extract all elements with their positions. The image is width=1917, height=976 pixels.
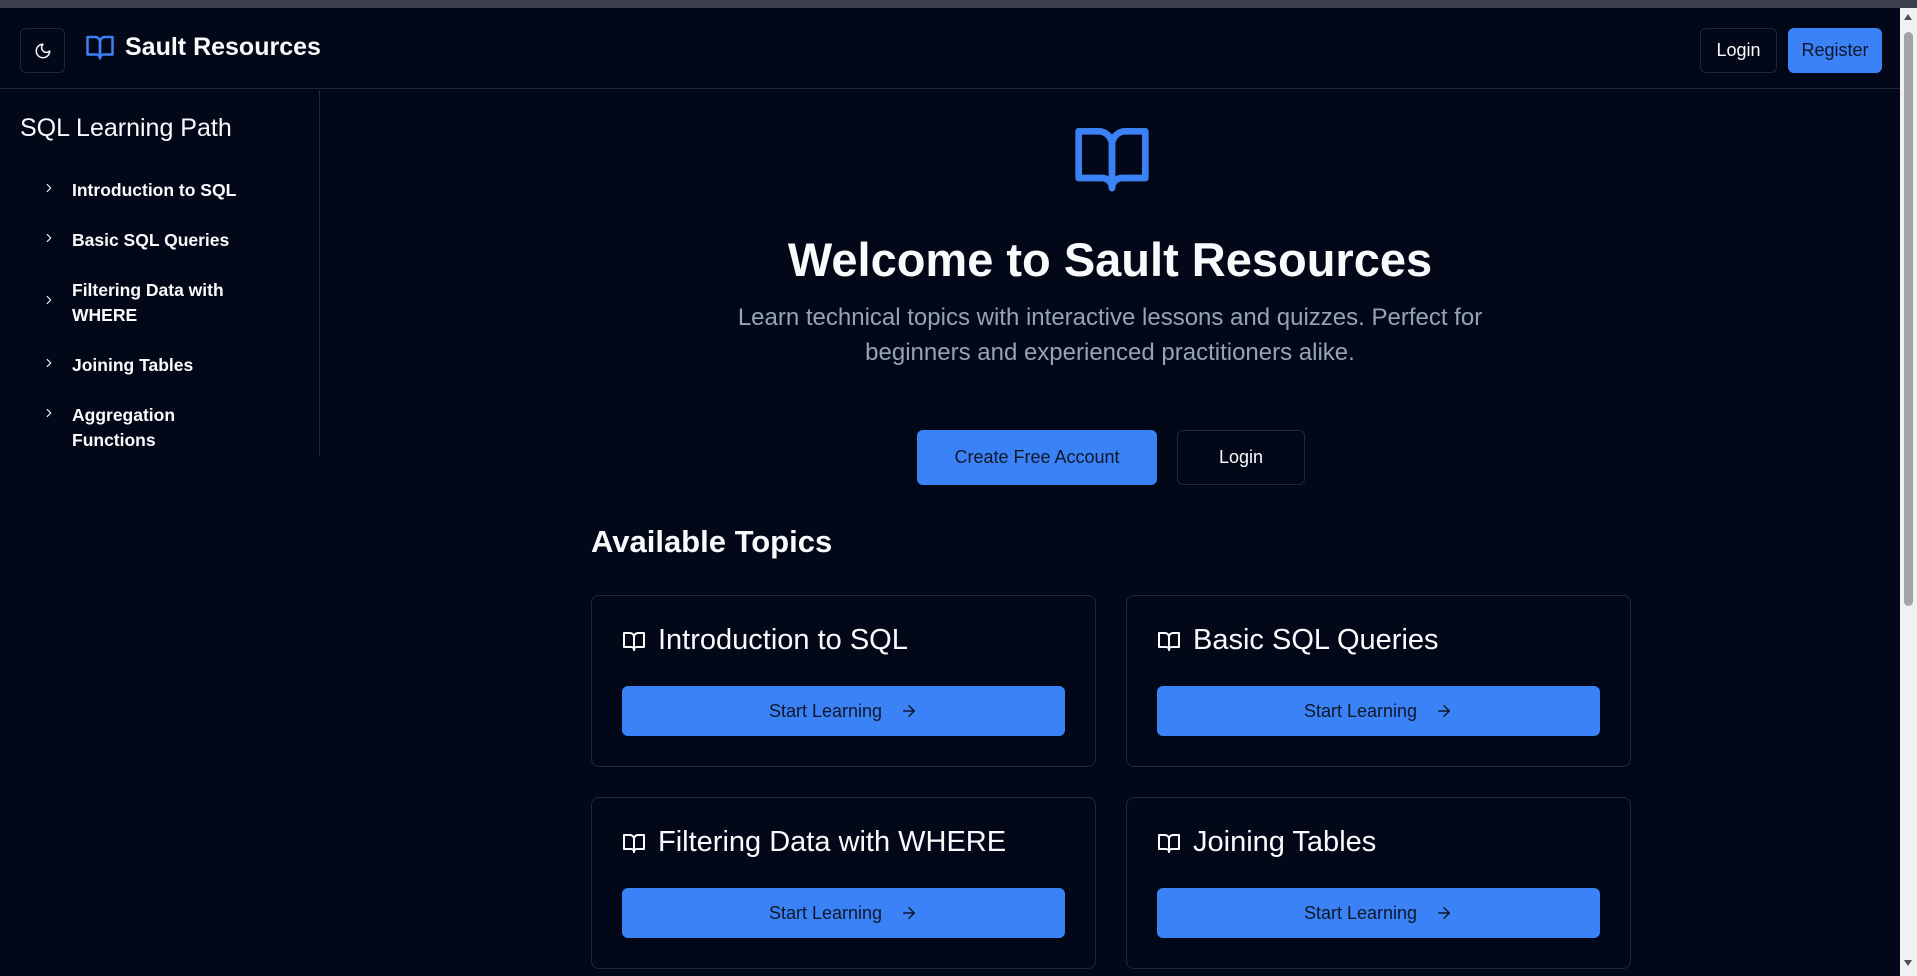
topics-section-title: Available Topics — [591, 524, 833, 559]
topic-card-title: Joining Tables — [1193, 826, 1377, 858]
topic-card-header: Filtering Data with WHERE — [622, 826, 1006, 859]
start-learning-label: Start Learning — [768, 700, 883, 721]
sidebar-item-label: Aggregation Functions — [72, 405, 176, 450]
page-subtitle: Learn technical topics with interactive … — [737, 304, 1483, 366]
start-learning-button[interactable]: Start Learning — [622, 686, 1065, 736]
browser-top-strip — [0, 0, 1917, 8]
brand[interactable]: Sault Resources — [85, 32, 321, 62]
sidebar: SQL Learning Path Introduction to SQL Ba… — [0, 90, 320, 456]
scroll-down-arrow-icon[interactable] — [1904, 960, 1912, 966]
chevron-right-icon — [46, 295, 52, 305]
book-open-icon — [1158, 833, 1180, 853]
topic-card-title: Filtering Data with WHERE — [658, 826, 1007, 858]
topic-card: Filtering Data with WHERE Start Learning — [591, 797, 1096, 969]
start-learning-label: Start Learning — [1303, 700, 1418, 721]
scroll-thumb[interactable] — [1904, 32, 1913, 606]
sidebar-item-aggregation-functions[interactable]: Aggregation Functions — [42, 403, 262, 453]
arrow-right-icon — [1438, 907, 1451, 919]
start-learning-button[interactable]: Start Learning — [1157, 888, 1600, 938]
sidebar-title: SQL Learning Path — [20, 114, 232, 142]
arrow-right-icon — [903, 907, 916, 919]
header-register-button[interactable]: Register — [1788, 28, 1882, 73]
topic-card-title: Introduction to SQL — [658, 624, 908, 656]
brand-title: Sault Resources — [125, 32, 321, 61]
sidebar-item-introduction-to-sql[interactable]: Introduction to SQL — [42, 178, 262, 203]
topic-card-title: Basic SQL Queries — [1193, 624, 1439, 656]
arrow-right-icon — [903, 705, 916, 717]
topic-card-header: Joining Tables — [1157, 826, 1376, 859]
sidebar-item-label: Introduction to SQL — [72, 180, 237, 200]
book-open-icon — [86, 35, 114, 60]
sidebar-item-label: Joining Tables — [72, 355, 194, 375]
sidebar-item-filtering-data[interactable]: Filtering Data with WHERE — [42, 278, 262, 328]
arrow-right-icon — [1438, 705, 1451, 717]
hero-login-button[interactable]: Login — [1177, 430, 1305, 485]
start-learning-button[interactable]: Start Learning — [1157, 686, 1600, 736]
header-login-button[interactable]: Login — [1700, 28, 1777, 73]
theme-toggle-button[interactable] — [20, 28, 65, 73]
start-learning-label: Start Learning — [768, 902, 883, 923]
topic-card: Basic SQL Queries Start Learning — [1126, 595, 1631, 767]
book-open-icon — [1158, 631, 1180, 651]
chevron-right-icon — [46, 408, 52, 418]
sidebar-item-joining-tables[interactable]: Joining Tables — [42, 353, 262, 378]
page-scrollbar[interactable] — [1900, 8, 1917, 976]
scroll-up-arrow-icon[interactable] — [1904, 14, 1912, 20]
app-root: Sault Resources Login Register SQL Learn… — [0, 8, 1900, 976]
header: Sault Resources Login Register — [0, 8, 1900, 89]
page-title: Welcome to Sault Resources — [787, 233, 1433, 286]
topic-card: Joining Tables Start Learning — [1126, 797, 1631, 969]
start-learning-label: Start Learning — [1303, 902, 1418, 923]
sidebar-item-label: Basic SQL Queries — [72, 230, 230, 250]
book-open-icon — [1075, 128, 1149, 192]
book-open-icon — [623, 631, 645, 651]
chevron-right-icon — [46, 233, 52, 243]
create-account-button[interactable]: Create Free Account — [917, 430, 1157, 485]
sidebar-item-basic-sql-queries[interactable]: Basic SQL Queries — [42, 228, 262, 253]
book-open-icon — [623, 833, 645, 853]
start-learning-button[interactable]: Start Learning — [622, 888, 1065, 938]
topic-card-header: Introduction to SQL — [622, 624, 908, 657]
sidebar-item-label: Filtering Data with WHERE — [72, 280, 224, 325]
topic-card: Introduction to SQL Start Learning — [591, 595, 1096, 767]
chevron-right-icon — [46, 358, 52, 368]
chevron-right-icon — [46, 183, 52, 193]
moon-icon — [35, 43, 50, 58]
topic-card-header: Basic SQL Queries — [1157, 624, 1439, 657]
